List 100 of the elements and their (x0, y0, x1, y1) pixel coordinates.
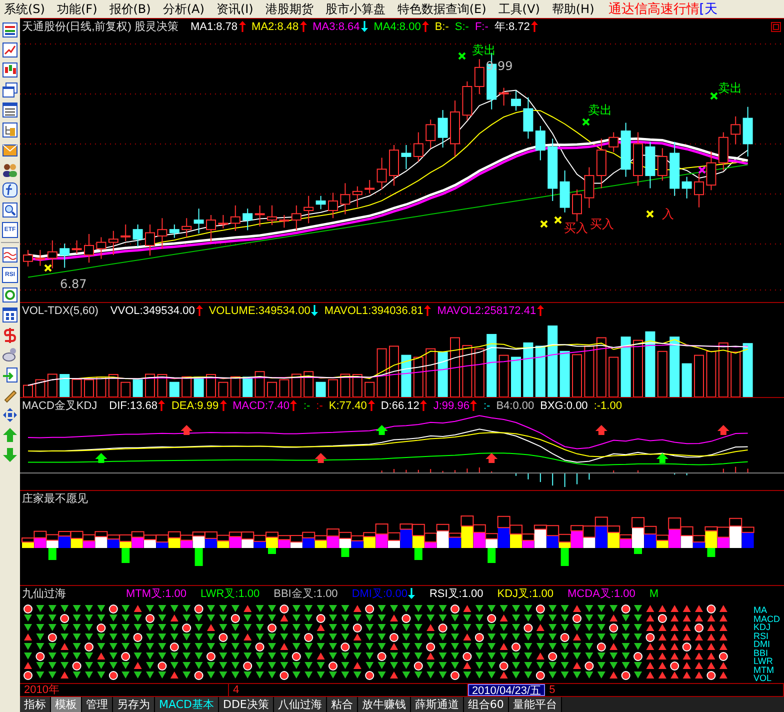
brand-link-fragment[interactable]: [天 (699, 0, 718, 18)
template-tab[interactable]: 放牛赚钱 (358, 697, 411, 712)
wave-chart-icon[interactable] (2, 247, 18, 263)
indicator-value: B:- (434, 20, 449, 32)
refresh-icon[interactable] (2, 287, 18, 303)
function-icon[interactable] (2, 182, 18, 198)
volume-bar (670, 336, 680, 397)
chart-title: VOL-TDX(5,60) (22, 304, 98, 316)
dollar-arrow-icon[interactable] (2, 327, 18, 343)
candlestick (450, 100, 460, 157)
signal-label: 卖出 (718, 81, 742, 95)
envelope-icon[interactable] (2, 142, 18, 158)
indicator-value: :-1.00 (594, 400, 622, 412)
indicator-value: 年:8.72 (494, 20, 530, 34)
table-icon[interactable] (2, 22, 18, 38)
indicator-value: RSI叉:1.00 (429, 587, 484, 601)
candlestick (206, 214, 216, 243)
indicator-value: MAVOL2:258172.41 (437, 304, 536, 316)
legend-label: MTM (754, 666, 775, 674)
cross-marker-icon (698, 166, 706, 174)
candlestick (584, 166, 594, 208)
legend-label: DMI (754, 640, 771, 648)
volume-bar (645, 331, 656, 397)
indicator-value: D:66.12 (380, 400, 420, 412)
menu-item[interactable]: 帮助(H) (548, 0, 602, 18)
menu-item[interactable]: 特色数据查询(E) (393, 0, 494, 18)
candlestick (718, 132, 728, 171)
tree-icon[interactable] (2, 122, 18, 138)
candlestick-icon[interactable] (2, 62, 18, 78)
candlestick (474, 58, 484, 95)
candlestick (401, 144, 412, 170)
cross-marker-icon (710, 92, 718, 100)
menu-item[interactable]: 股市小算盘 (321, 0, 394, 18)
grid-icon[interactable] (2, 307, 18, 323)
candlestick (694, 173, 704, 208)
candlestick (328, 192, 338, 219)
volume-bar (572, 354, 582, 397)
signal-label: 买入 (564, 221, 588, 235)
candlestick (254, 204, 265, 227)
template-tab[interactable]: 管理 (82, 697, 113, 712)
template-tab[interactable]: MACD基本 (155, 697, 219, 712)
enter-arrow-icon[interactable] (2, 367, 18, 383)
satellite-dish-icon[interactable] (2, 347, 18, 363)
template-tab[interactable]: 指标 (20, 697, 51, 712)
volume-bar (316, 382, 326, 397)
volume-bar (352, 374, 362, 397)
template-tab[interactable]: 粘合 (326, 697, 358, 712)
people-icon[interactable] (2, 162, 18, 178)
candlestick (96, 236, 106, 260)
window-toggle-icon[interactable] (771, 22, 781, 32)
candlestick (645, 141, 656, 189)
volume-bar (718, 342, 728, 397)
menu-item[interactable]: 功能(F) (52, 0, 106, 18)
template-tab[interactable]: 八仙过海 (274, 697, 327, 712)
volume-bar (413, 356, 424, 397)
volume-bar (340, 374, 350, 397)
menu-item[interactable]: 工具(V) (494, 0, 548, 18)
template-tab[interactable]: DDE决策 (218, 697, 274, 712)
menu-item[interactable]: 资讯(I) (212, 0, 262, 18)
candlestick (498, 87, 509, 106)
volume-bar (96, 376, 106, 397)
cross-marker-icon (458, 52, 466, 60)
indicator-value: J:99.96 (433, 400, 470, 412)
cross-marker-icon (540, 220, 548, 228)
legend-label: BBI (754, 648, 770, 657)
candlestick (633, 132, 643, 186)
volume-bar (560, 350, 570, 397)
move-arrows-icon[interactable] (2, 407, 18, 423)
signal-label: 买入 (590, 217, 614, 231)
template-tab[interactable]: 模板 (51, 697, 82, 712)
template-tab[interactable]: 薛斯通道 (410, 697, 464, 712)
volume-bar (267, 382, 277, 397)
template-tab[interactable]: 组合60 (464, 697, 509, 712)
menu-item[interactable]: 分析(A) (158, 0, 212, 18)
menu-item[interactable]: 港股期货 (261, 0, 322, 18)
legend-label: RSI (754, 632, 770, 640)
list-icon[interactable] (2, 102, 18, 118)
volume-bar (548, 326, 558, 397)
line-chart-icon[interactable] (2, 42, 18, 58)
volume-bar (389, 346, 399, 397)
month-label: 5 (545, 684, 784, 696)
indicator-value: MAVOL1:394036.81 (324, 304, 424, 316)
candlestick (47, 240, 58, 269)
volume-bar (596, 337, 606, 397)
candlestick (706, 150, 716, 191)
menu-item[interactable]: 系统(S) (0, 0, 53, 18)
volume-bar (438, 352, 448, 397)
candlestick (742, 106, 753, 157)
candlestick (84, 234, 94, 264)
template-tab[interactable]: 另存为 (113, 697, 155, 712)
candlestick (535, 125, 546, 161)
candlestick (108, 230, 118, 256)
template-tab[interactable]: 量能平台 (508, 697, 562, 712)
search-icon[interactable] (2, 202, 18, 218)
signal-label: 6.87 (60, 277, 87, 291)
candlestick (730, 116, 741, 145)
signal-arrow-icon (314, 453, 327, 463)
candlestick (462, 80, 472, 121)
windows-icon[interactable] (2, 82, 18, 98)
menu-item[interactable]: 报价(B) (105, 0, 159, 18)
